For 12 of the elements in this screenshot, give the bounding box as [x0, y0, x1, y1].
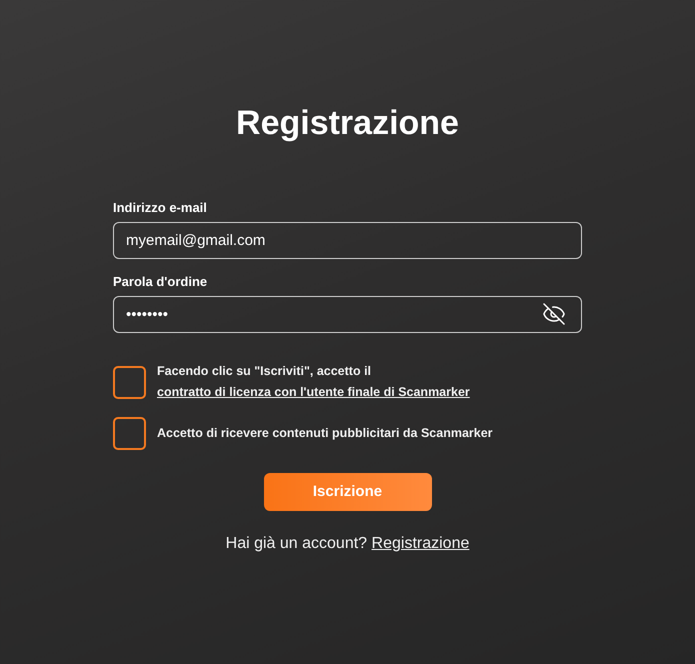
- consent-text: Facendo clic su "Iscriviti", accetto il contratto di licenza con l'utente finale di Scanmarker: [157, 363, 471, 401]
- field-label: Indirizzo e-mail: [113, 199, 208, 217]
- login-prompt: Hai già un account? Registrazione: [226, 534, 470, 554]
- password-field[interactable]: ••••••••: [113, 296, 582, 333]
- login-link[interactable]: Registrazione: [372, 535, 470, 552]
- license-link[interactable]: contratto di licenza con l'utente finale di Scanmarker: [157, 385, 470, 399]
- checkbox[interactable]: [113, 417, 146, 450]
- email-field[interactable]: myemail@gmail.com: [113, 222, 582, 259]
- page-title: Registrazione: [236, 103, 459, 143]
- field-label: Parola d'ordine: [113, 273, 208, 291]
- consent-text: Accetto di ricevere contenuti pubblicitari da Scanmarker: [157, 425, 493, 442]
- checkbox[interactable]: [113, 366, 146, 398]
